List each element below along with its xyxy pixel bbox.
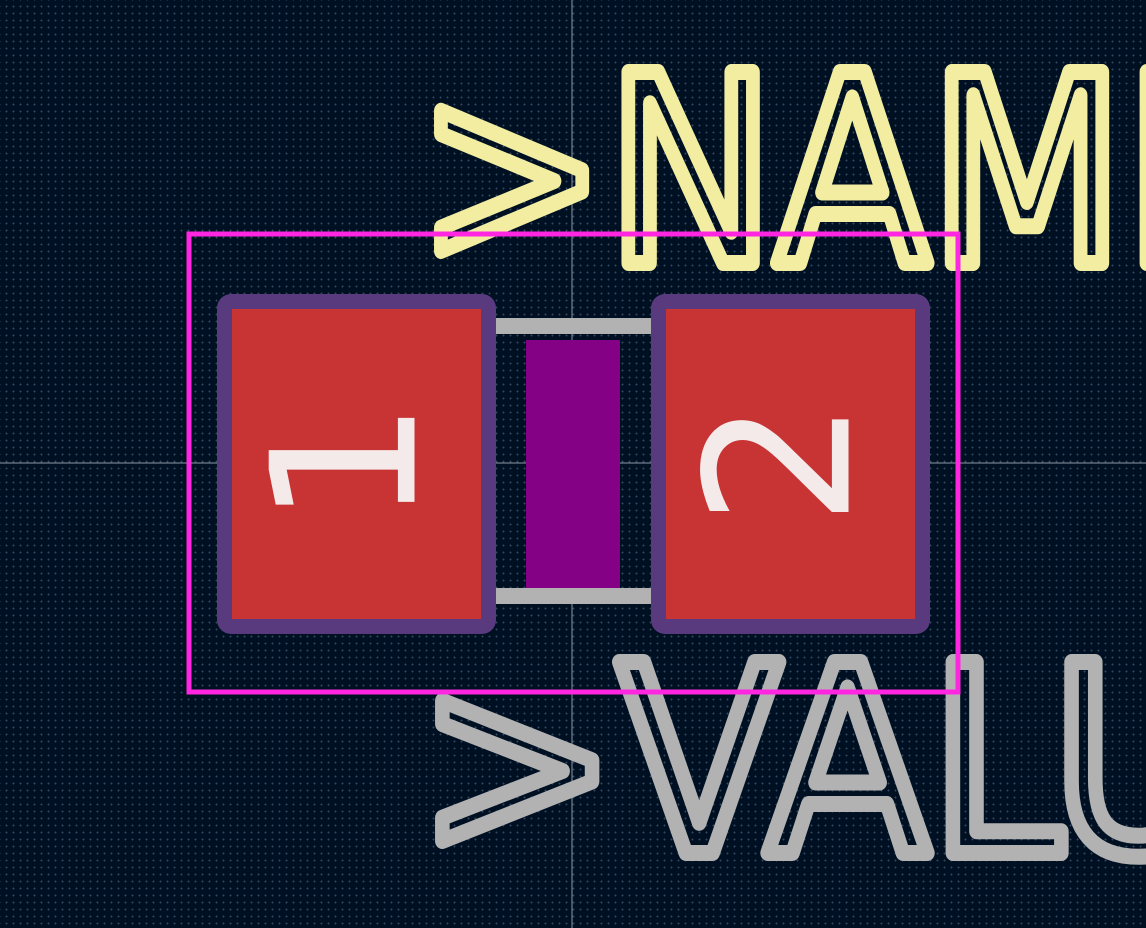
reference-name-text[interactable]: >NAME: [409, 12, 1146, 333]
component-body: [526, 340, 620, 588]
pad-1[interactable]: 1: [217, 294, 496, 634]
footprint-view[interactable]: >NAME >VALUE 1 2: [0, 0, 1146, 928]
pad-2[interactable]: 2: [651, 294, 930, 634]
pad-1-number: 1: [230, 399, 463, 526]
pcb-footprint-canvas[interactable]: >NAME >VALUE 1 2: [0, 0, 1146, 928]
pad-2-number: 2: [664, 399, 897, 526]
value-text[interactable]: >VALUE: [409, 602, 1146, 923]
